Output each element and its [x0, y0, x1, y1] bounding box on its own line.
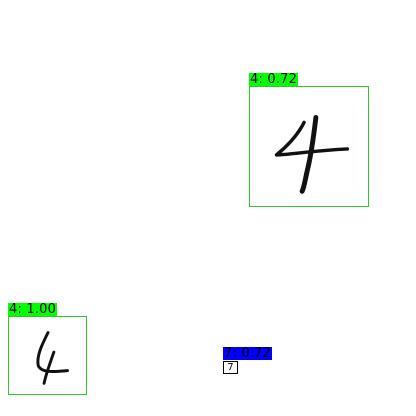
- handwritten-digit-four: [274, 115, 350, 194]
- detection-box: [8, 316, 87, 395]
- detection-label: 4: 1.00: [8, 302, 58, 317]
- detection-box: 7: [223, 361, 238, 374]
- detection-label: 7: 0.72: [223, 346, 273, 361]
- detection-box: [249, 86, 369, 207]
- detection-label: 4: 0.72: [249, 72, 299, 87]
- digit-seven: 7: [227, 362, 234, 373]
- handwritten-digit-four: [36, 331, 69, 385]
